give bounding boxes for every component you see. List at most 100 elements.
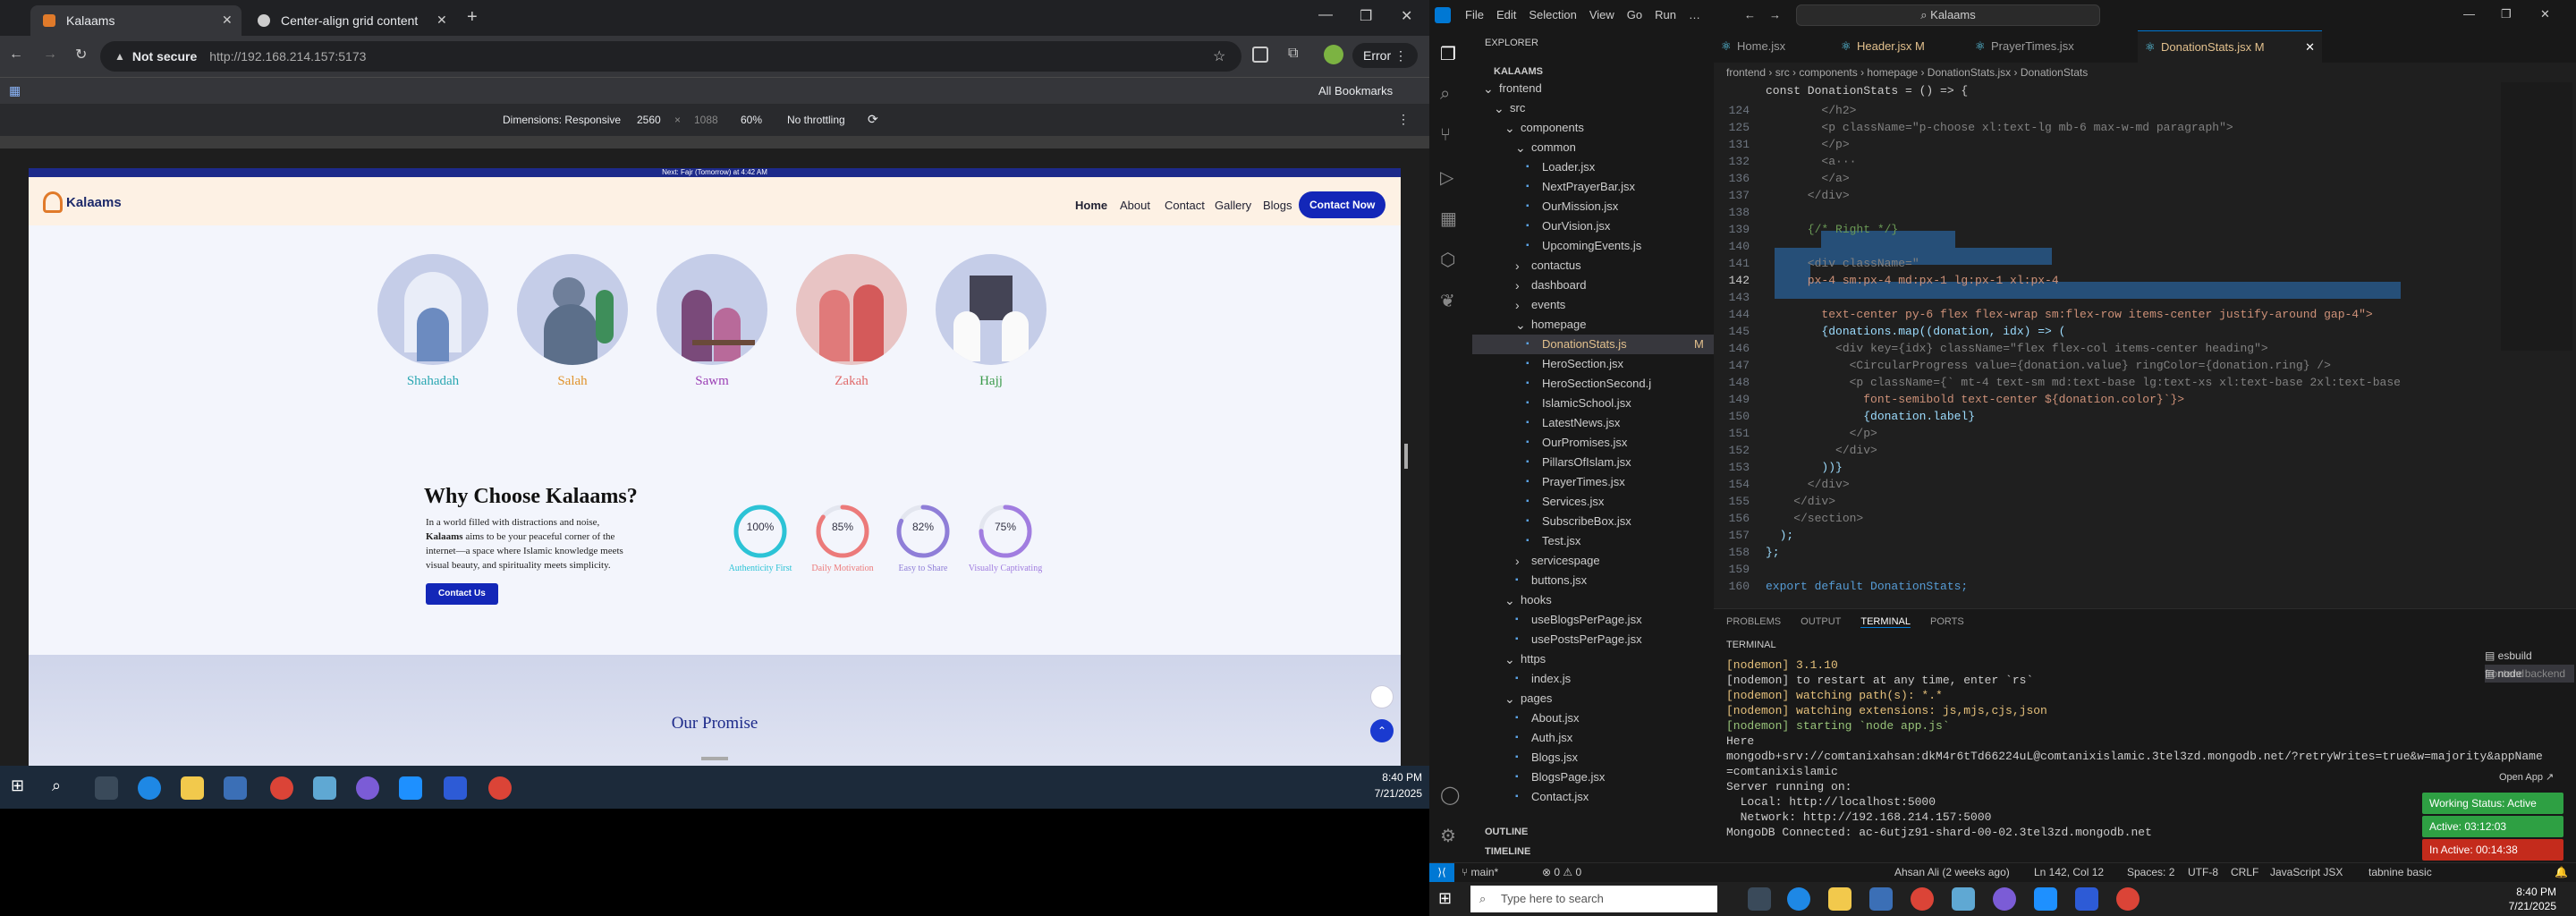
terminal-instance-esbuild[interactable]: ▤ esbuild frontend <box>2485 647 2574 680</box>
chrome-icon[interactable] <box>1911 887 1934 911</box>
terminal-instance-node[interactable]: ▤ node backend <box>2485 665 2574 683</box>
file-explorer-icon[interactable] <box>181 776 204 800</box>
clock-time[interactable]: 8:40 PM <box>2494 886 2556 898</box>
app-icon[interactable] <box>1952 887 1975 911</box>
maximize-icon[interactable]: ❐ <box>1360 7 1372 25</box>
start-icon[interactable]: ⊞ <box>1438 889 1452 908</box>
new-tab-icon[interactable]: + <box>467 7 478 28</box>
resize-handle[interactable] <box>1404 444 1408 469</box>
tree-item[interactable]: ⌄ frontend <box>1472 79 1714 98</box>
minimize-icon[interactable]: — <box>2463 7 2475 21</box>
tree-item[interactable]: › contactus <box>1472 256 1714 276</box>
tree-item[interactable]: ⌄ https <box>1472 649 1714 669</box>
height-input[interactable]: 1088 <box>694 114 718 126</box>
back-icon[interactable]: ← <box>9 47 23 63</box>
editor-tab[interactable]: ⚛ Home.jsx <box>1714 30 1834 63</box>
menu-item[interactable]: Go <box>1627 8 1642 21</box>
settings-gear-icon[interactable]: ⚙ <box>1440 825 1456 847</box>
zoom-icon[interactable] <box>444 776 467 800</box>
tree-item[interactable]: ▪ PrayerTimes.jsx <box>1472 472 1714 492</box>
tree-item[interactable]: ▪ Contact.jsx <box>1472 787 1714 807</box>
minimap[interactable] <box>2501 82 2572 351</box>
taskbar-search[interactable]: ⌕ Type here to search <box>1470 886 1717 912</box>
error-button[interactable]: Error ⋮ <box>1352 43 1419 68</box>
back-icon[interactable]: ← <box>1744 8 1756 21</box>
file-explorer-icon[interactable] <box>1828 887 1852 911</box>
remote-indicator-icon[interactable]: ⟩⟨ <box>1429 863 1454 882</box>
scroll-top-icon[interactable]: ⌃ <box>1370 719 1394 742</box>
tree-item[interactable]: M ▪ DonationStats.js <box>1472 335 1714 354</box>
tree-item[interactable]: ▪ usePostsPerPage.jsx <box>1472 630 1714 649</box>
tree-item[interactable]: ▪ UpcomingEvents.js <box>1472 236 1714 256</box>
panel-tab[interactable]: OUTPUT <box>1801 616 1841 628</box>
maximize-icon[interactable]: ❐ <box>2501 7 2512 21</box>
resize-handle[interactable] <box>701 757 728 760</box>
store-icon[interactable] <box>224 776 247 800</box>
remote-icon[interactable]: ⬡ <box>1440 249 1455 271</box>
github-icon[interactable] <box>1993 887 2016 911</box>
tree-item[interactable]: ⌄ common <box>1472 138 1714 157</box>
indentation[interactable]: Spaces: 2 <box>2127 866 2174 878</box>
tree-item[interactable]: ▪ OurMission.jsx <box>1472 197 1714 216</box>
tree-item[interactable]: ▪ OurVision.jsx <box>1472 216 1714 236</box>
tree-item[interactable]: ▪ index.js <box>1472 669 1714 689</box>
search-icon[interactable]: ⌕ <box>52 776 75 800</box>
more-icon[interactable]: ⋮ <box>1397 112 1410 127</box>
explorer-icon[interactable]: ❐ <box>1440 43 1456 65</box>
tree-item[interactable]: ▪ Blogs.jsx <box>1472 748 1714 768</box>
source-control-icon[interactable]: ⑂ <box>1440 125 1451 146</box>
tree-item[interactable]: ▪ HeroSection.jsx <box>1472 354 1714 374</box>
forward-icon[interactable]: → <box>1769 8 1781 21</box>
contact-us-button[interactable]: Contact Us <box>426 583 498 605</box>
problems-indicator[interactable]: ⊗ 0 ⚠ 0 <box>1542 866 1581 878</box>
bookmark-star-icon[interactable]: ☆ <box>1213 47 1225 65</box>
throttling-dropdown[interactable]: No throttling <box>787 114 845 126</box>
panel-tab[interactable]: PORTS <box>1930 616 1964 628</box>
width-input[interactable]: 2560 <box>637 114 661 126</box>
clock-date[interactable]: 7/21/2025 <box>1360 787 1422 800</box>
devtools-device-icon[interactable]: ▦ <box>9 83 21 98</box>
menu-item[interactable]: … <box>1689 8 1700 21</box>
avatar[interactable] <box>1324 45 1343 64</box>
tree-item[interactable]: ▪ NextPrayerBar.jsx <box>1472 177 1714 197</box>
pillar-salah[interactable]: Salah <box>517 254 628 389</box>
nav-gallery[interactable]: Gallery <box>1215 199 1251 212</box>
menu-item[interactable]: Edit <box>1496 8 1516 21</box>
cast-icon[interactable] <box>1252 47 1268 63</box>
cursor-position[interactable]: Ln 142, Col 12 <box>2034 866 2104 878</box>
app-icon[interactable] <box>313 776 336 800</box>
tree-item[interactable]: ▪ About.jsx <box>1472 708 1714 728</box>
tabnine-status[interactable]: tabnine basic <box>2368 866 2432 878</box>
git-blame[interactable]: Ahsan Ali (2 weeks ago) <box>1894 866 2010 878</box>
clock-date[interactable]: 7/21/2025 <box>2494 900 2556 912</box>
start-icon[interactable]: ⊞ <box>11 776 34 800</box>
run-debug-icon[interactable]: ▷ <box>1440 166 1453 189</box>
outline-section[interactable]: OUTLINE <box>1485 827 1528 837</box>
vscode-icon[interactable] <box>399 776 422 800</box>
language-mode[interactable]: JavaScript JSX <box>2270 866 2343 878</box>
edge-icon[interactable] <box>138 776 161 800</box>
search-icon[interactable]: ⌕ <box>1440 84 1450 105</box>
nav-about[interactable]: About <box>1120 199 1150 212</box>
minimize-icon[interactable]: — <box>1318 7 1333 23</box>
extensions-icon[interactable]: ⧉ <box>1288 46 1298 62</box>
tree-item[interactable]: › dashboard <box>1472 276 1714 295</box>
task-view-icon[interactable] <box>1748 887 1771 911</box>
project-root[interactable]: KALAAMS <box>1494 66 1543 77</box>
terminal-output[interactable]: [nodemon] 3.1.10 [nodemon] to restart at … <box>1714 657 2543 854</box>
close-window-icon[interactable]: ✕ <box>2540 7 2550 21</box>
tree-item[interactable]: ⌄ src <box>1472 98 1714 118</box>
dimensions-dropdown[interactable]: Dimensions: Responsive <box>503 114 621 126</box>
clock-time[interactable]: 8:40 PM <box>1360 771 1422 784</box>
nav-blogs[interactable]: Blogs <box>1263 199 1292 212</box>
edge-icon[interactable] <box>1787 887 1810 911</box>
command-center[interactable]: ⌕ Kalaams <box>1796 4 2100 26</box>
menu-item[interactable]: Run <box>1655 8 1676 21</box>
account-icon[interactable]: ◯ <box>1440 784 1460 806</box>
zoom-icon[interactable] <box>2075 887 2098 911</box>
line-endings[interactable]: CRLF <box>2231 866 2258 878</box>
mongodb-icon[interactable]: ❦ <box>1440 290 1455 312</box>
menu-item[interactable]: Selection <box>1529 8 1576 21</box>
tree-item[interactable]: ⌄ pages <box>1472 689 1714 708</box>
tree-item[interactable]: ▪ HeroSectionSecond.j <box>1472 374 1714 394</box>
